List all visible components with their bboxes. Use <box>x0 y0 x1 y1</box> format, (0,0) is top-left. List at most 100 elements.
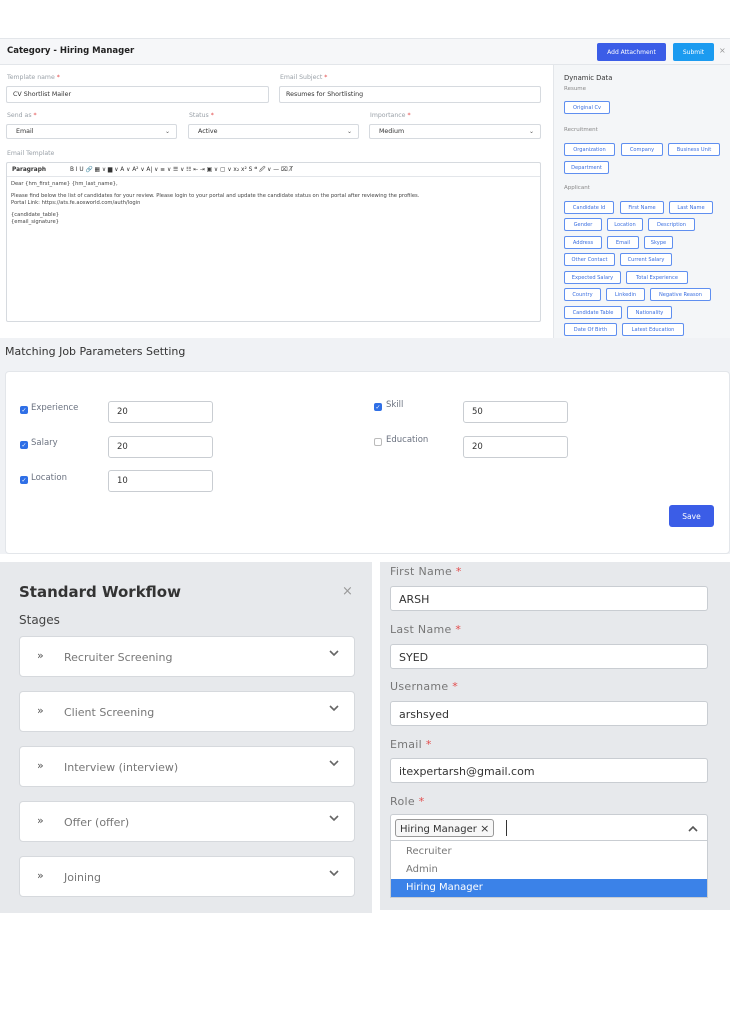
dynamic-chip[interactable]: Original Cv <box>564 101 610 114</box>
role-label: Role * <box>390 795 425 808</box>
dynamic-chip[interactable]: Skype <box>644 236 673 249</box>
dynamic-chip[interactable]: Linkedin <box>606 288 645 301</box>
education-label: Education <box>386 435 429 445</box>
dynamic-data-title: Dynamic Data <box>564 74 613 82</box>
email-subject-input[interactable]: Resumes for Shortlisting <box>279 86 541 103</box>
submit-button[interactable]: Submit <box>673 43 714 61</box>
body-line: Please find below the list of candidates… <box>11 193 420 199</box>
salary-input[interactable]: 20 <box>108 436 213 458</box>
importance-value: Medium <box>379 128 405 135</box>
role-tag-label: Hiring Manager <box>400 824 477 835</box>
last-name-input[interactable]: SYED <box>390 644 708 669</box>
skill-label: Skill <box>386 400 404 410</box>
salary-label: Salary <box>31 438 58 448</box>
formatting-buttons[interactable]: B I U 🔗 ▦ ∨ ▆ ∨ A ∨ A² ∨ A| ∨ ≡ ∨ ☰ ∨ ☷ … <box>70 165 293 175</box>
dynamic-chip[interactable]: Candidate Id <box>564 201 614 214</box>
role-option-hiring-manager[interactable]: Hiring Manager <box>391 879 707 897</box>
stage-item[interactable]: » Joining <box>19 856 355 897</box>
stage-name: Recruiter Screening <box>64 651 173 664</box>
double-chevron-right-icon: » <box>37 759 44 772</box>
role-dropdown: Recruiter Admin Hiring Manager <box>390 841 708 898</box>
salary-checkbox[interactable]: ✓ <box>20 441 28 449</box>
double-chevron-right-icon: » <box>37 869 44 882</box>
text-caret <box>506 820 507 836</box>
dynamic-chip[interactable]: Location <box>607 218 643 231</box>
status-select[interactable]: Active ⌄ <box>188 124 359 139</box>
role-multiselect[interactable]: Hiring Manager × <box>390 814 708 841</box>
stage-item[interactable]: » Offer (offer) <box>19 801 355 842</box>
education-input[interactable]: 20 <box>463 436 568 458</box>
dynamic-chip[interactable]: Nationality <box>627 306 672 319</box>
editor-body[interactable]: Dear {hm_first_name} {hm_last_name}, Ple… <box>7 177 540 230</box>
dynamic-chip[interactable]: Latest Education <box>622 323 684 336</box>
dynamic-chip[interactable]: Company <box>621 143 663 156</box>
role-option-recruiter[interactable]: Recruiter <box>391 843 707 861</box>
experience-input[interactable]: 20 <box>108 401 213 423</box>
dynamic-chip[interactable]: Total Experience <box>626 271 688 284</box>
dynamic-chip[interactable]: Other Contact <box>564 253 615 266</box>
username-label: Username * <box>390 680 459 693</box>
chevron-up-icon[interactable] <box>687 823 699 835</box>
workflow-panel: Standard Workflow × Stages » Recruiter Sc… <box>0 562 372 913</box>
body-line: Dear {hm_first_name} {hm_last_name}, <box>11 181 118 187</box>
dynamic-chip[interactable]: Address <box>564 236 602 249</box>
importance-select[interactable]: Medium ⌄ <box>369 124 541 139</box>
body-line: {email_signature} <box>11 219 59 225</box>
chevron-down-icon[interactable] <box>328 867 340 879</box>
stage-item[interactable]: » Interview (interview) <box>19 746 355 787</box>
first-name-input[interactable]: ARSH <box>390 586 708 611</box>
location-input[interactable]: 10 <box>108 470 213 492</box>
skill-checkbox[interactable]: ✓ <box>374 403 382 411</box>
dynamic-chip[interactable]: First Name <box>620 201 664 214</box>
dynamic-chip[interactable]: Country <box>564 288 601 301</box>
recruitment-section-label: Recruitment <box>564 127 598 133</box>
send-as-select[interactable]: Email ⌄ <box>6 124 177 139</box>
panel-title: Category - Hiring Manager <box>7 46 135 56</box>
experience-label: Experience <box>31 403 79 413</box>
template-name-input[interactable]: CV Shortlist Mailer <box>6 86 269 103</box>
education-checkbox[interactable] <box>374 438 382 446</box>
role-option-admin[interactable]: Admin <box>391 861 707 879</box>
dynamic-chip[interactable]: Organization <box>564 143 615 156</box>
stage-name: Offer (offer) <box>64 816 130 829</box>
first-name-label: First Name * <box>390 565 462 578</box>
dynamic-chip[interactable]: Description <box>648 218 695 231</box>
email-input[interactable]: itexpertarsh@gmail.com <box>390 758 708 783</box>
dynamic-chip[interactable]: Candidate Table <box>564 306 622 319</box>
dynamic-chip[interactable]: Current Salary <box>620 253 672 266</box>
email-template-label: Email Template <box>7 150 55 157</box>
chevron-down-icon[interactable] <box>328 757 340 769</box>
dynamic-chip[interactable]: Date Of Birth <box>564 323 617 336</box>
add-attachment-button[interactable]: Add Attachment <box>597 43 666 61</box>
status-value: Active <box>198 128 218 135</box>
skill-input[interactable]: 50 <box>463 401 568 423</box>
stage-item[interactable]: » Recruiter Screening <box>19 636 355 677</box>
chevron-down-icon[interactable] <box>328 647 340 659</box>
rich-text-editor[interactable]: Paragraph B I U 🔗 ▦ ∨ ▆ ∨ A ∨ A² ∨ A| ∨ … <box>6 162 541 322</box>
stage-item[interactable]: » Client Screening <box>19 691 355 732</box>
double-chevron-right-icon: » <box>37 649 44 662</box>
close-icon[interactable]: × <box>342 584 353 599</box>
chevron-down-icon[interactable] <box>328 812 340 824</box>
save-button[interactable]: Save <box>669 505 714 527</box>
user-form-panel: First Name * ARSH Last Name * SYED Usern… <box>380 562 730 910</box>
close-icon[interactable]: × <box>719 46 726 55</box>
dynamic-chip[interactable]: Email <box>607 236 639 249</box>
experience-checkbox[interactable]: ✓ <box>20 406 28 414</box>
email-template-panel: Category - Hiring Manager Add Attachment… <box>0 38 730 341</box>
chevron-down-icon[interactable] <box>328 702 340 714</box>
dynamic-chip[interactable]: Expected Salary <box>564 271 621 284</box>
dynamic-chip[interactable]: Gender <box>564 218 602 231</box>
dynamic-chip[interactable]: Negative Reason <box>650 288 711 301</box>
dynamic-chip[interactable]: Last Name <box>669 201 713 214</box>
dynamic-chip[interactable]: Business Unit <box>668 143 720 156</box>
body-line: {candidate_table} <box>11 212 60 218</box>
dynamic-chip[interactable]: Department <box>564 161 609 174</box>
location-checkbox[interactable]: ✓ <box>20 476 28 484</box>
remove-tag-icon[interactable]: × <box>480 822 489 835</box>
dynamic-data-sidebar: Dynamic Data Resume Recruitment Applican… <box>553 65 730 341</box>
email-label: Email * <box>390 738 432 751</box>
applicant-section-label: Applicant <box>564 185 590 191</box>
username-input[interactable]: arshsyed <box>390 701 708 726</box>
paragraph-select[interactable]: Paragraph <box>12 167 64 173</box>
